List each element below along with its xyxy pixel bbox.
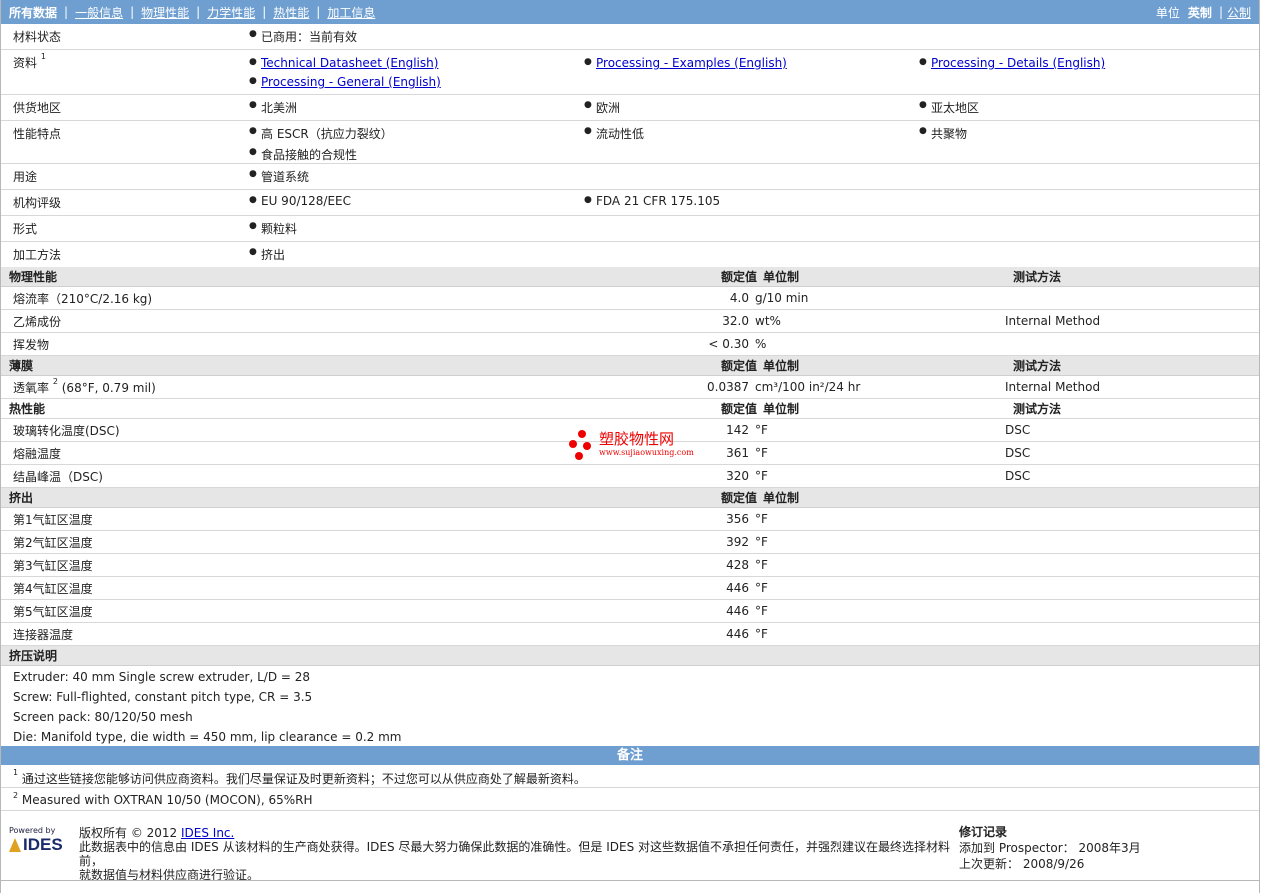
watermark-dots-icon: [569, 428, 597, 464]
footnote-2: 2 Measured with OXTRAN 10/50 (MOCON), 65…: [1, 788, 1259, 811]
note-line: Die: Manifold type, die width = 450 mm, …: [13, 730, 402, 744]
info-row-agency: 机构评级 EU 90/128/EEC FDA 21 CFR 175.105: [1, 190, 1259, 216]
section-header-physical: 物理性能 额定值 单位制 测试方法: [1, 267, 1259, 287]
property-row: 连接器温度 446 °F: [1, 623, 1259, 646]
property-row: 第1气缸区温度 356 °F: [1, 508, 1259, 531]
property-row: 乙烯成份 32.0 wt% Internal Method: [1, 310, 1259, 333]
doc-link-technical-datasheet[interactable]: Technical Datasheet (English): [261, 56, 438, 70]
property-row: 透氧率 2 (68°F, 0.79 mil) 0.0387 cm³/100 in²…: [1, 376, 1259, 399]
info-row-region: 供货地区 北美洲 欧洲 亚太地区: [1, 95, 1259, 121]
remarks-header: 备注: [1, 746, 1259, 765]
tab-all-data[interactable]: 所有数据: [9, 4, 57, 21]
doc-link-processing-details[interactable]: Processing - Details (English): [931, 56, 1105, 70]
info-row-uses: 用途 管道系统: [1, 164, 1259, 190]
feature-item: 流动性低: [584, 123, 919, 144]
feature-item: 食品接触的合规性: [249, 144, 584, 165]
note-line: Extruder: 40 mm Single screw extruder, L…: [13, 670, 311, 684]
info-row-form: 形式 颗粒料: [1, 216, 1259, 242]
feature-item: 共聚物: [919, 123, 1254, 144]
property-row: 挥发物 < 0.30%: [1, 333, 1259, 356]
use-item: 管道系统: [249, 166, 584, 187]
tab-mechanical[interactable]: 力学性能: [207, 4, 255, 21]
property-row: 第5气缸区温度 446 °F: [1, 600, 1259, 623]
tab-physical[interactable]: 物理性能: [141, 4, 189, 21]
property-row: 第3气缸区温度 428 °F: [1, 554, 1259, 577]
info-row-features: 性能特点 高 ESCR（抗应力裂纹） 流动性低 共聚物 食品接触的合规性: [1, 121, 1259, 164]
info-label: 机构评级: [13, 196, 62, 210]
datasheet-page: 所有数据 | 一般信息 | 物理性能 | 力学性能 | 热性能 | 加工信息 单…: [0, 0, 1260, 893]
info-row-method: 加工方法 挤出: [1, 242, 1259, 267]
unit-english[interactable]: 英制: [1188, 4, 1212, 21]
info-row-docs: 资料 1 Technical Datasheet (English) Proce…: [1, 50, 1259, 95]
info-label: 材料状态: [13, 30, 62, 44]
property-row: 第2气缸区温度 392 °F: [1, 531, 1259, 554]
agency-item: FDA 21 CFR 175.105: [584, 192, 919, 213]
doc-link-processing-examples[interactable]: Processing - Examples (English): [596, 56, 787, 70]
doc-link-processing-general[interactable]: Processing - General (English): [261, 75, 441, 89]
agency-item: EU 90/128/EEC: [249, 192, 584, 213]
feature-item: 高 ESCR（抗应力裂纹）: [249, 123, 584, 144]
info-label: 性能特点: [13, 127, 62, 141]
section-header-extrusion: 挤出 额定值 单位制: [1, 488, 1259, 508]
tab-thermal[interactable]: 热性能: [273, 4, 309, 21]
extrusion-notes: Extruder: 40 mm Single screw extruder, L…: [1, 666, 1259, 746]
copyright-text: 版权所有 © 2012 IDES Inc. 此数据表中的信息由 IDES 从该材…: [79, 826, 951, 882]
region-item: 欧洲: [584, 97, 919, 118]
region-item: 北美洲: [249, 97, 584, 118]
ides-link[interactable]: IDES Inc.: [181, 826, 234, 840]
footnote-1: 1 通过这些链接您能够访问供应商资料。我们尽量保证及时更新资料；不过您可以从供应…: [1, 765, 1259, 788]
tab-processing[interactable]: 加工信息: [327, 4, 375, 21]
property-row: 熔流率（210°C/2.16 kg) 4.0 g/10 min: [1, 287, 1259, 310]
method-item: 挤出: [249, 244, 584, 265]
tab-general-info[interactable]: 一般信息: [75, 4, 123, 21]
property-row: 第4气缸区温度 446 °F: [1, 577, 1259, 600]
section-header-film: 薄膜 额定值 单位制 测试方法: [1, 356, 1259, 376]
unit-switcher: 单位 英制 | 公制: [1155, 4, 1251, 21]
note-line: Screw: Full-flighted, constant pitch typ…: [13, 690, 313, 704]
form-item: 颗粒料: [249, 218, 584, 239]
section-header-extrusion-notes: 挤压说明: [1, 646, 1259, 666]
info-label: 资料 1: [13, 52, 46, 70]
info-label: 供货地区: [13, 101, 62, 115]
unit-metric-link[interactable]: 公制: [1227, 4, 1251, 21]
info-row-status: 材料状态 已商用：当前有效: [1, 24, 1259, 50]
top-nav: 所有数据 | 一般信息 | 物理性能 | 力学性能 | 热性能 | 加工信息 单…: [1, 0, 1259, 24]
info-label: 用途: [13, 170, 38, 184]
info-label: 加工方法: [13, 248, 62, 262]
property-row: 结晶峰温（DSC) 320 °F DSC: [1, 465, 1259, 488]
region-item: 亚太地区: [919, 97, 1254, 118]
revision-history: 修订记录 添加到 Prospector： 2008年3月 上次更新： 2008/…: [959, 825, 1141, 871]
footer: Powered by IDES 版权所有 © 2012 IDES Inc. 此数…: [1, 818, 1259, 882]
info-value: 已商用：当前有效: [249, 26, 584, 47]
note-line: Screen pack: 80/120/50 mesh: [13, 710, 193, 724]
info-label: 形式: [13, 222, 38, 236]
section-header-thermal: 热性能 额定值 单位制 测试方法: [1, 399, 1259, 419]
unit-label: 单位: [1155, 5, 1180, 20]
ides-logo-icon: [9, 838, 21, 852]
watermark-logo: 塑胶物性网 www.sujiaowuxing.com: [569, 428, 694, 464]
ides-logo: Powered by IDES: [9, 826, 63, 854]
